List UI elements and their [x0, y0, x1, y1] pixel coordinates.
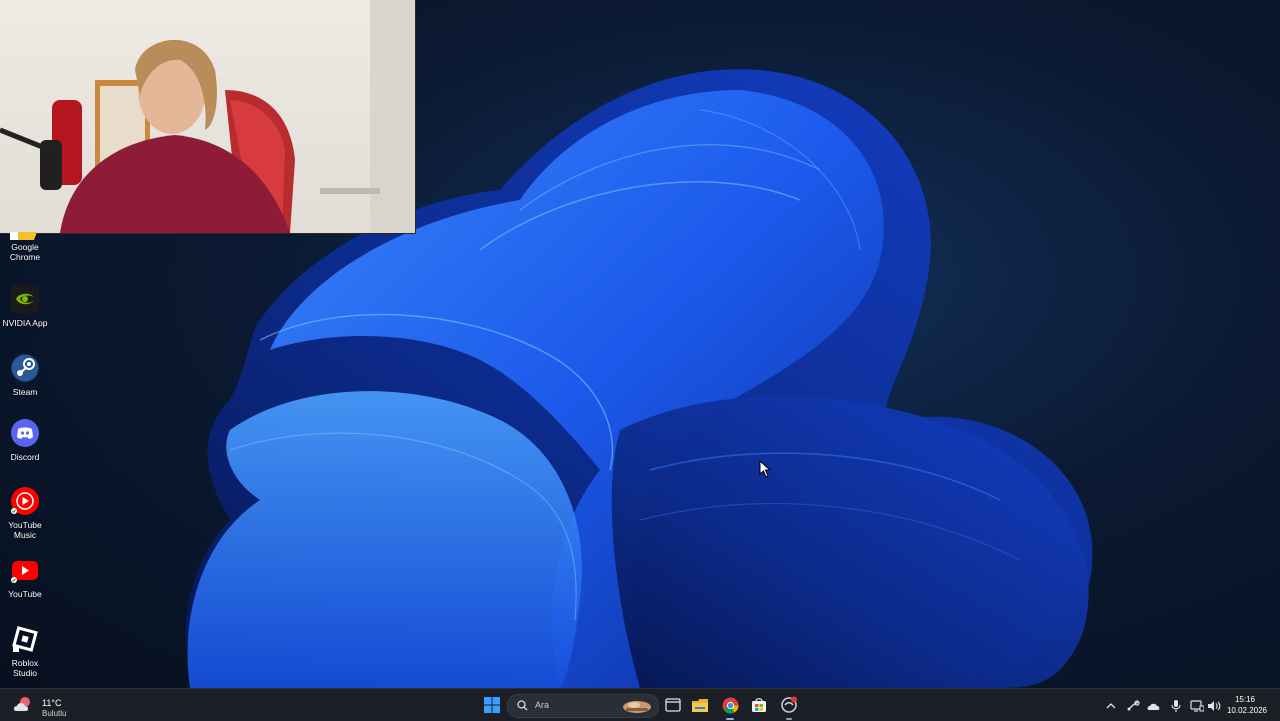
- weather-widget[interactable]: 11°C Bulutlu: [8, 693, 88, 718]
- tray-volume[interactable]: [1207, 699, 1221, 711]
- tray-network[interactable]: [1190, 699, 1205, 712]
- mouse-cursor-icon: [759, 459, 772, 483]
- webcam-overlay: [0, 0, 416, 234]
- file-explorer-icon: [692, 698, 708, 712]
- youtube-icon: [10, 555, 40, 585]
- task-view-button[interactable]: [662, 693, 684, 717]
- microphone-icon: [1171, 700, 1181, 712]
- clock-date: 10.02.2026: [1226, 706, 1267, 715]
- search-placeholder: Ara: [535, 700, 550, 710]
- desktop-icon-label: YouTube: [8, 589, 42, 599]
- roblox-studio-icon: [10, 624, 40, 654]
- network-icon: [1190, 700, 1205, 712]
- taskbar-antivirus[interactable]: [778, 693, 800, 720]
- weather-condition: Bulutlu: [42, 709, 67, 718]
- chrome-icon: [10, 232, 40, 240]
- desktop-icon-label: NVIDIA App: [2, 318, 48, 328]
- desktop-icon-label: Steam: [12, 387, 38, 397]
- desktop-icon-youtube[interactable]: YouTube: [0, 555, 50, 599]
- chevron-up-icon: [1106, 703, 1116, 709]
- antivirus-icon: [781, 696, 797, 713]
- store-icon: [752, 698, 766, 712]
- clock-time: 15:16: [1234, 695, 1255, 704]
- desktop-icon-steam[interactable]: Steam: [0, 353, 50, 397]
- start-button[interactable]: [480, 693, 504, 717]
- youtube-music-icon: [10, 486, 40, 516]
- desktop-icon-label: Google: [11, 242, 39, 252]
- search-highlight-icon: [623, 701, 651, 713]
- task-view-icon: [665, 698, 681, 712]
- taskbar-file-explorer[interactable]: [689, 693, 711, 717]
- show-hidden-icons-button[interactable]: [1105, 699, 1119, 711]
- taskbar-store[interactable]: [748, 693, 770, 717]
- volume-icon: [1208, 701, 1221, 711]
- search-icon: [517, 700, 528, 711]
- tray-onedrive[interactable]: [1147, 699, 1161, 711]
- nvidia-icon: [10, 284, 40, 314]
- taskbar-search[interactable]: Ara: [507, 694, 659, 718]
- taskbar-chrome[interactable]: [719, 693, 741, 720]
- desktop-icon-label: Music: [13, 530, 37, 540]
- desktop-icon-label: Discord: [10, 452, 40, 462]
- desktop-icon-roblox-studio[interactable]: Roblox Studio: [0, 624, 50, 678]
- discord-icon: [10, 418, 40, 448]
- desktop-icon-nvidia-app[interactable]: NVIDIA App: [0, 284, 50, 328]
- desktop: Google Chrome NVIDIA App Steam Discord Y…: [0, 0, 1280, 688]
- taskbar-clock[interactable]: 15:16 10.02.2026: [1220, 689, 1280, 721]
- desktop-icon-discord[interactable]: Discord: [0, 418, 50, 462]
- windows-start-icon: [484, 697, 500, 713]
- desktop-icon-youtube-music[interactable]: YouTube Music: [0, 486, 50, 540]
- weather-temperature: 11°C: [42, 698, 62, 708]
- desktop-icon-label: Chrome: [9, 252, 41, 262]
- desktop-icon-label: YouTube: [8, 520, 42, 530]
- chrome-icon: [722, 697, 738, 713]
- cloud-icon: [13, 697, 30, 711]
- taskbar: 11°C Bulutlu Ara 15:16 10.02.2026: [0, 688, 1280, 721]
- steam-tray-icon: [1127, 700, 1140, 711]
- webcam-feed: [0, 0, 415, 233]
- tray-steam[interactable]: [1126, 699, 1140, 711]
- desktop-icon-label: Roblox: [11, 658, 39, 668]
- desktop-icon-label: Studio: [12, 668, 38, 678]
- steam-icon: [10, 353, 40, 383]
- onedrive-icon: [1147, 703, 1160, 710]
- tray-microphone[interactable]: [1170, 699, 1184, 712]
- desktop-icon-chrome[interactable]: Google Chrome: [0, 232, 50, 262]
